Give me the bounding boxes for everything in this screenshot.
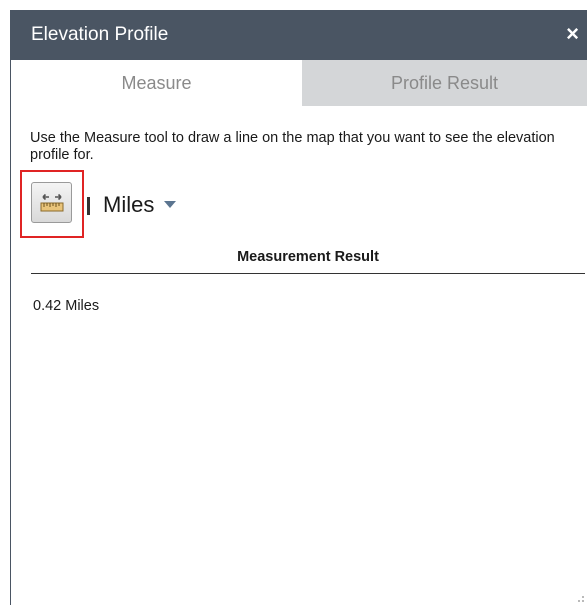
chevron-down-icon: [164, 200, 177, 208]
tab-bar: Measure Profile Result: [11, 60, 587, 106]
measurement-result-header: Measurement Result: [31, 247, 585, 274]
panel-title: Elevation Profile: [31, 24, 169, 45]
measure-distance-button[interactable]: [31, 182, 72, 223]
elevation-profile-panel: Elevation Profile × Measure Profile Resu…: [10, 10, 587, 605]
resize-grip-icon[interactable]: [577, 595, 585, 603]
panel-titlebar[interactable]: Elevation Profile ×: [11, 10, 587, 60]
tab-profile-result[interactable]: Profile Result: [302, 60, 587, 106]
ruler-distance-icon: [40, 193, 64, 212]
measurement-result-value: 0.42 Miles: [33, 298, 100, 314]
close-icon[interactable]: ×: [566, 22, 579, 46]
unit-dropdown[interactable]: Miles: [103, 191, 177, 219]
tab-measure[interactable]: Measure: [11, 60, 302, 106]
measure-tool-highlight: [20, 170, 84, 238]
unit-selected-value: Miles: [103, 192, 155, 217]
unit-separator: [87, 197, 90, 215]
measure-instructions: Use the Measure tool to draw a line on t…: [30, 130, 555, 163]
